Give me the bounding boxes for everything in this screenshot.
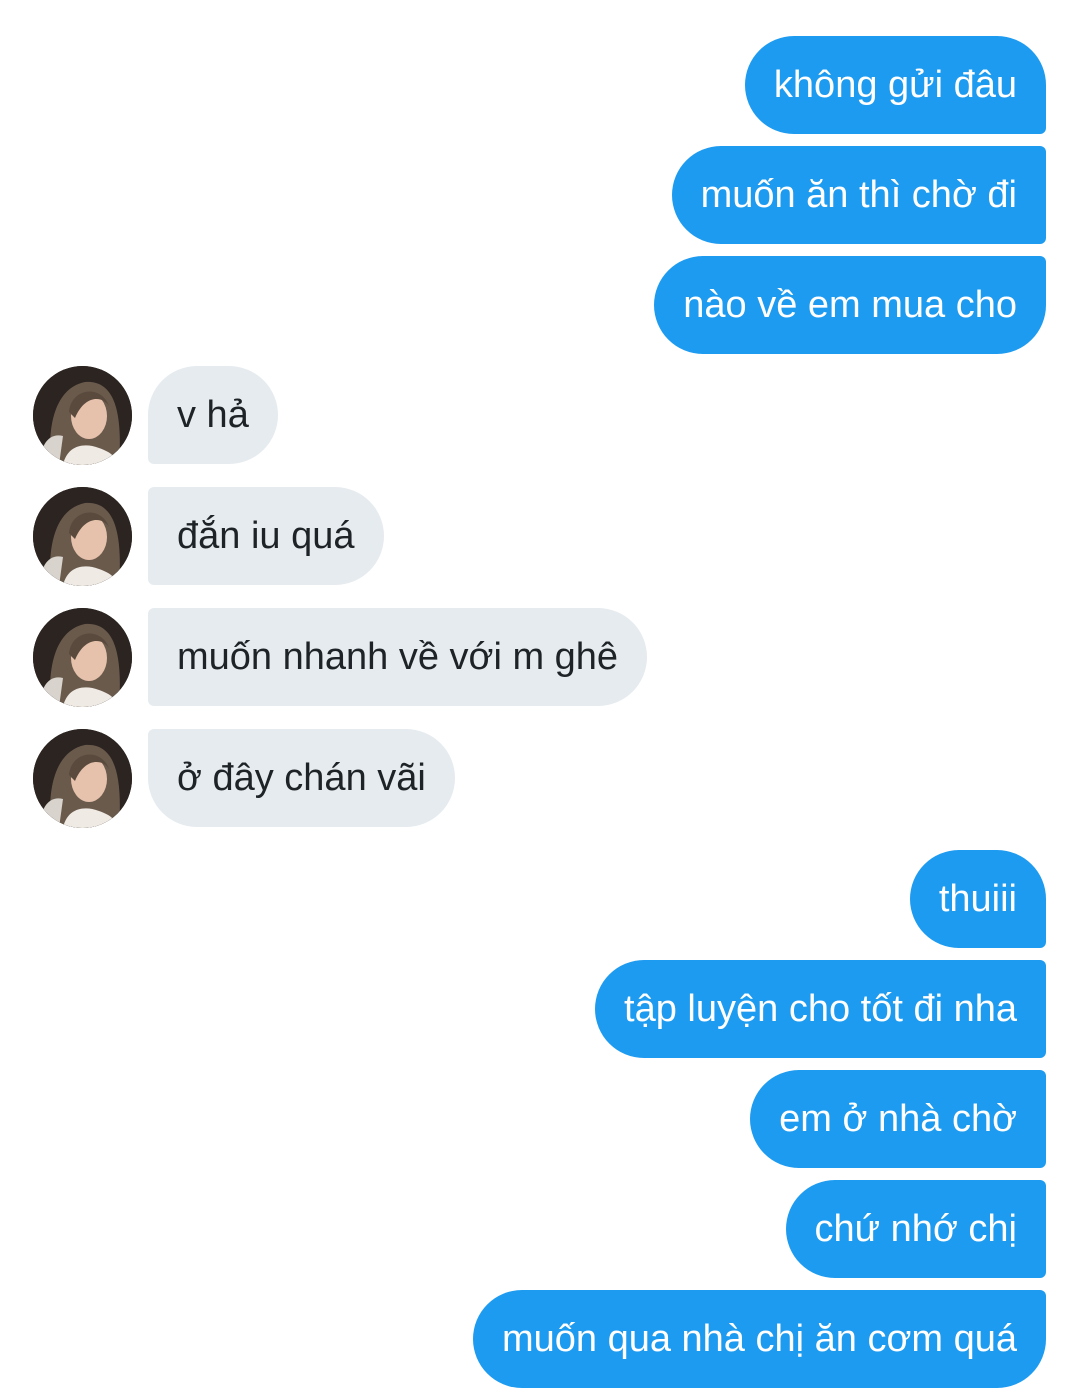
received-message-bubble[interactable]: đắn iu quá [148, 487, 384, 585]
received-message-bubble[interactable]: ở đây chán vãi [148, 729, 455, 827]
avatar-photo-icon [33, 608, 132, 707]
avatar-photo-icon [33, 366, 132, 465]
avatar-photo-icon [33, 487, 132, 586]
sent-message-bubble[interactable]: không gửi đâu [744, 36, 1046, 134]
sent-message-bubble[interactable]: thuiii [909, 850, 1046, 948]
message-thread: không gửi đâu muốn ăn thì chờ đi nào về … [0, 0, 1080, 1400]
received-message-bubble[interactable]: muốn nhanh về với m ghê [148, 608, 648, 706]
avatar-photo-icon [33, 729, 132, 828]
contact-avatar[interactable] [33, 608, 132, 707]
sent-message-bubble[interactable]: muốn qua nhà chị ăn cơm quá [472, 1290, 1046, 1388]
contact-avatar[interactable] [33, 729, 132, 828]
sent-message-bubble[interactable]: chứ nhớ chị [785, 1180, 1046, 1278]
sent-message-bubble[interactable]: tập luyện cho tốt đi nha [595, 960, 1046, 1058]
sent-message-bubble[interactable]: muốn ăn thì chờ đi [671, 146, 1046, 244]
sent-message-bubble[interactable]: em ở nhà chờ [750, 1070, 1046, 1168]
received-message-bubble[interactable]: v hả [148, 366, 278, 464]
sent-message-bubble[interactable]: nào về em mua cho [654, 256, 1046, 354]
contact-avatar[interactable] [33, 487, 132, 586]
contact-avatar[interactable] [33, 366, 132, 465]
